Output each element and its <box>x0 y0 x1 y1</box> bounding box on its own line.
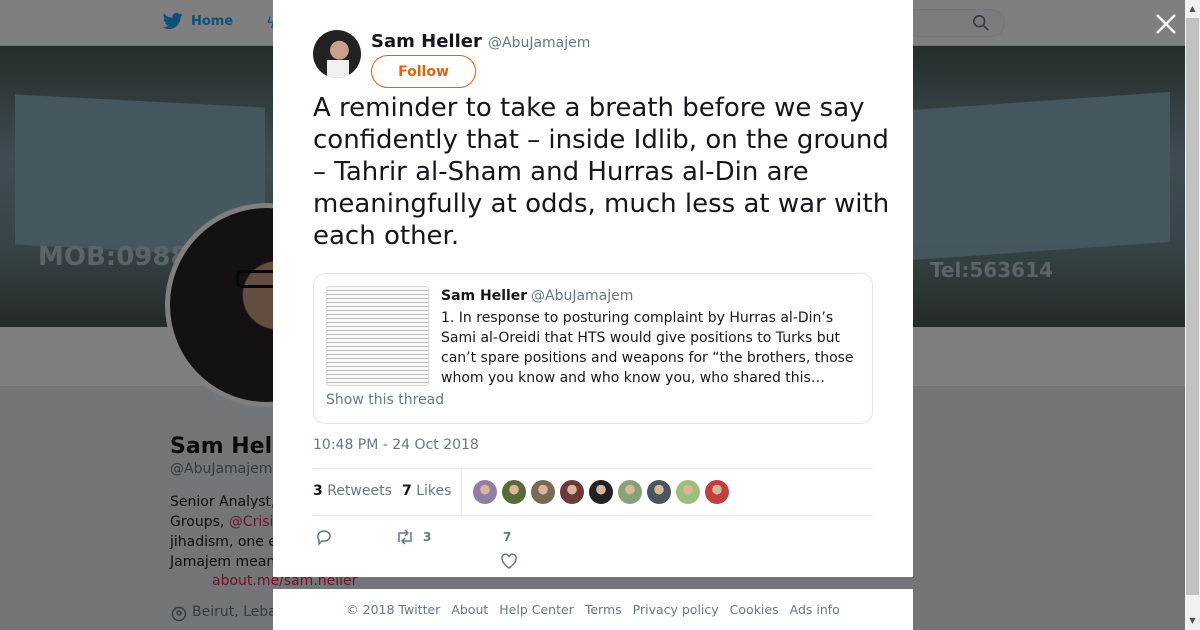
retweets-count: 3 <box>313 483 323 499</box>
quoted-tweet-author-handle: @AbuJamajem <box>531 288 634 304</box>
liker-avatar[interactable] <box>560 480 584 504</box>
heart-icon[interactable] <box>500 552 518 570</box>
follow-button[interactable]: Follow <box>371 55 476 88</box>
tweet-author-handle[interactable]: @AbuJamajem <box>488 35 590 51</box>
likes-stat[interactable]: 7 Likes <box>402 483 451 499</box>
show-thread-link[interactable]: Show this thread <box>326 392 444 408</box>
liker-avatar[interactable] <box>473 480 497 504</box>
tweet-text: A reminder to take a breath before we sa… <box>313 93 890 251</box>
scroll-down-arrow-icon[interactable]: ▼ <box>1188 616 1197 625</box>
stats-divider <box>461 469 462 515</box>
liker-avatar[interactable] <box>618 480 642 504</box>
liker-avatar[interactable] <box>676 480 700 504</box>
footer-link-ads-info[interactable]: Ads info <box>790 602 840 617</box>
footer-copyright: © 2018 Twitter <box>346 602 441 617</box>
close-icon[interactable] <box>1153 11 1179 37</box>
liker-avatar[interactable] <box>502 480 526 504</box>
site-footer: © 2018 Twitter About Help Center Terms Priv… <box>273 589 913 630</box>
scroll-up-arrow-icon[interactable]: ▲ <box>1188 4 1197 13</box>
tweet-author-avatar[interactable] <box>313 30 361 78</box>
retweet-action-count: 3 <box>423 530 432 544</box>
liker-avatar[interactable] <box>589 480 613 504</box>
scrollbar-thumb[interactable] <box>1186 18 1199 595</box>
likes-label: Likes <box>416 483 452 499</box>
retweet-icon[interactable] <box>395 528 415 546</box>
footer-link-about[interactable]: About <box>451 602 488 617</box>
tweet-timestamp[interactable]: 10:48 PM - 24 Oct 2018 <box>313 437 479 453</box>
quoted-tweet-image[interactable] <box>326 286 429 386</box>
tweet-stats-row: 3 Retweets 7 Likes <box>313 468 873 516</box>
reply-icon[interactable] <box>315 528 333 546</box>
footer-link-cookies[interactable]: Cookies <box>730 602 779 617</box>
like-action-count: 7 <box>503 530 512 544</box>
likes-count: 7 <box>402 483 412 499</box>
footer-link-terms[interactable]: Terms <box>585 602 622 617</box>
quoted-tweet-card[interactable]: Sam Heller @AbuJamajem 1. In response to… <box>313 273 873 424</box>
liker-avatars <box>473 480 729 504</box>
tweet-modal: Sam Heller @AbuJamajem Follow A reminder… <box>273 0 913 577</box>
footer-link-privacy-policy[interactable]: Privacy policy <box>633 602 719 617</box>
liker-avatar[interactable] <box>531 480 555 504</box>
liker-avatar[interactable] <box>647 480 671 504</box>
retweets-stat[interactable]: 3 Retweets <box>313 483 392 499</box>
retweets-label: Retweets <box>327 483 392 499</box>
footer-link-help-center[interactable]: Help Center <box>499 602 574 617</box>
quoted-tweet-text: 1. In response to posturing complaint by… <box>441 310 854 386</box>
liker-avatar[interactable] <box>705 480 729 504</box>
tweet-author-name[interactable]: Sam Heller <box>371 31 482 52</box>
quoted-tweet-author-name: Sam Heller <box>441 288 528 304</box>
